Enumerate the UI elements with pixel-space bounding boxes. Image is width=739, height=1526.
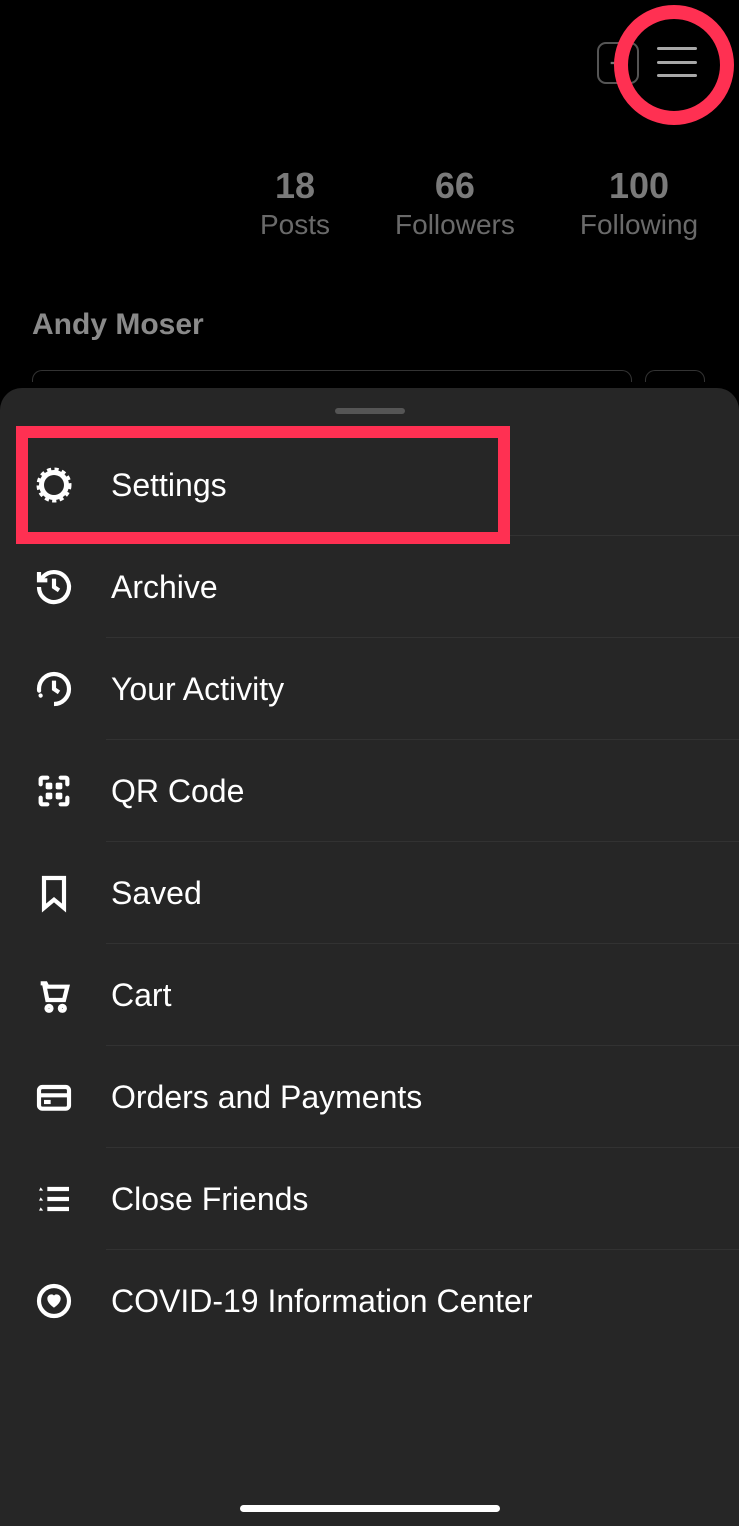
followers-label: Followers [395, 209, 515, 241]
stat-followers[interactable]: 66 Followers [395, 165, 515, 241]
following-label: Following [580, 209, 698, 241]
archive-icon [34, 567, 74, 607]
menu-label: Saved [111, 875, 202, 912]
menu-item-close-friends[interactable]: Close Friends [0, 1148, 739, 1250]
discover-people-button[interactable] [645, 370, 705, 382]
menu-label: Cart [111, 977, 171, 1014]
menu-label: Close Friends [111, 1181, 308, 1218]
menu-list: Settings Archive Your [0, 414, 739, 1352]
menu-item-saved[interactable]: Saved [0, 842, 739, 944]
bookmark-icon [34, 873, 74, 913]
heart-circle-icon [34, 1281, 74, 1321]
menu-item-orders[interactable]: Orders and Payments [0, 1046, 739, 1148]
menu-label: Archive [111, 569, 218, 606]
settings-highlight-box [16, 426, 510, 544]
posts-count: 18 [275, 165, 315, 207]
card-icon [34, 1077, 74, 1117]
stat-following[interactable]: 100 Following [580, 165, 698, 241]
menu-label: Your Activity [111, 671, 284, 708]
following-count: 100 [609, 165, 669, 207]
menu-item-activity[interactable]: Your Activity [0, 638, 739, 740]
menu-label: QR Code [111, 773, 244, 810]
list-icon [34, 1179, 74, 1219]
profile-name: Andy Moser [32, 308, 204, 342]
menu-item-cart[interactable]: Cart [0, 944, 739, 1046]
menu-sheet: Settings Archive Your [0, 388, 739, 1526]
home-indicator[interactable] [240, 1505, 500, 1512]
activity-icon [34, 669, 74, 709]
cart-icon [34, 975, 74, 1015]
menu-item-settings[interactable]: Settings [0, 434, 739, 536]
followers-count: 66 [435, 165, 475, 207]
menu-item-qr[interactable]: QR Code [0, 740, 739, 842]
edit-profile-button[interactable] [32, 370, 632, 382]
hamburger-icon [657, 47, 697, 50]
menu-label: COVID-19 Information Center [111, 1283, 533, 1320]
menu-button[interactable] [657, 47, 697, 77]
posts-label: Posts [260, 209, 330, 241]
stat-posts[interactable]: 18 Posts [260, 165, 330, 241]
qr-icon [34, 771, 74, 811]
menu-label: Orders and Payments [111, 1079, 422, 1116]
menu-item-covid[interactable]: COVID-19 Information Center [0, 1250, 739, 1352]
menu-item-archive[interactable]: Archive [0, 536, 739, 638]
profile-stats: 18 Posts 66 Followers 100 Following [260, 165, 698, 241]
